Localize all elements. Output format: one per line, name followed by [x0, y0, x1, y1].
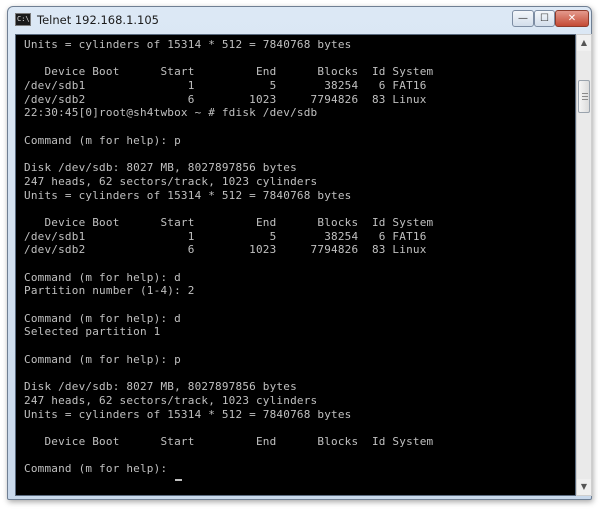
console-app-icon: C:\ [15, 13, 31, 26]
scroll-down-arrow-icon[interactable]: ▼ [577, 479, 591, 495]
terminal-line: 247 heads, 62 sectors/track, 1023 cylind… [24, 174, 318, 188]
vertical-scrollbar[interactable]: ▲ ▼ [576, 34, 592, 496]
terminal-line: Units = cylinders of 15314 * 512 = 78407… [24, 407, 352, 421]
terminal-line: Device Boot Start End Blocks Id System [24, 65, 434, 79]
terminal-line: Device Boot Start End Blocks Id System [24, 434, 434, 448]
close-button[interactable]: ✕ [555, 10, 589, 27]
grip-line [582, 99, 588, 100]
grip-line [582, 96, 588, 97]
scrollbar-thumb[interactable] [578, 80, 590, 113]
minimize-button[interactable]: — [512, 10, 534, 27]
terminal-output[interactable]: Units = cylinders of 15314 * 512 = 78407… [15, 34, 576, 496]
window-title: Telnet 192.168.1.105 [37, 13, 160, 27]
terminal-line: Command (m for help): p [24, 352, 181, 366]
terminal-line: Command (m for help): d [24, 270, 181, 284]
scroll-up-arrow-icon[interactable]: ▲ [577, 35, 591, 51]
terminal-line: /dev/sdb2 6 1023 7794826 83 Linux [24, 92, 427, 106]
terminal-line: /dev/sdb1 1 5 38254 6 FAT16 [24, 79, 427, 93]
terminal-line: Selected partition 1 [24, 325, 161, 339]
terminal-lines: Units = cylinders of 15314 * 512 = 78407… [24, 38, 433, 476]
text-cursor [175, 479, 182, 481]
terminal-line: Device Boot Start End Blocks Id System [24, 215, 434, 229]
terminal-line: Command (m for help): p [24, 133, 181, 147]
telnet-window: C:\ Telnet 192.168.1.105 — ☐ ✕ Units = c… [7, 6, 592, 500]
terminal-line: Units = cylinders of 15314 * 512 = 78407… [24, 38, 352, 51]
terminal-line: /dev/sdb2 6 1023 7794826 83 Linux [24, 243, 427, 257]
terminal-line: Disk /dev/sdb: 8027 MB, 8027897856 bytes [24, 380, 297, 394]
title-bar[interactable]: C:\ Telnet 192.168.1.105 — ☐ ✕ [8, 7, 591, 33]
terminal-line: Partition number (1-4): 2 [24, 284, 195, 298]
maximize-button[interactable]: ☐ [534, 10, 555, 27]
terminal-line: /dev/sdb1 1 5 38254 6 FAT16 [24, 229, 427, 243]
terminal-line: 247 heads, 62 sectors/track, 1023 cylind… [24, 393, 318, 407]
grip-line [582, 93, 588, 94]
terminal-line: Disk /dev/sdb: 8027 MB, 8027897856 bytes [24, 161, 297, 175]
terminal-line: 22:30:45[0]root@sh4twbox ~ # fdisk /dev/… [24, 106, 318, 120]
terminal-prompt-line: Command (m for help): [24, 462, 175, 476]
terminal-line: Units = cylinders of 15314 * 512 = 78407… [24, 188, 352, 202]
terminal-line: Command (m for help): d [24, 311, 181, 325]
